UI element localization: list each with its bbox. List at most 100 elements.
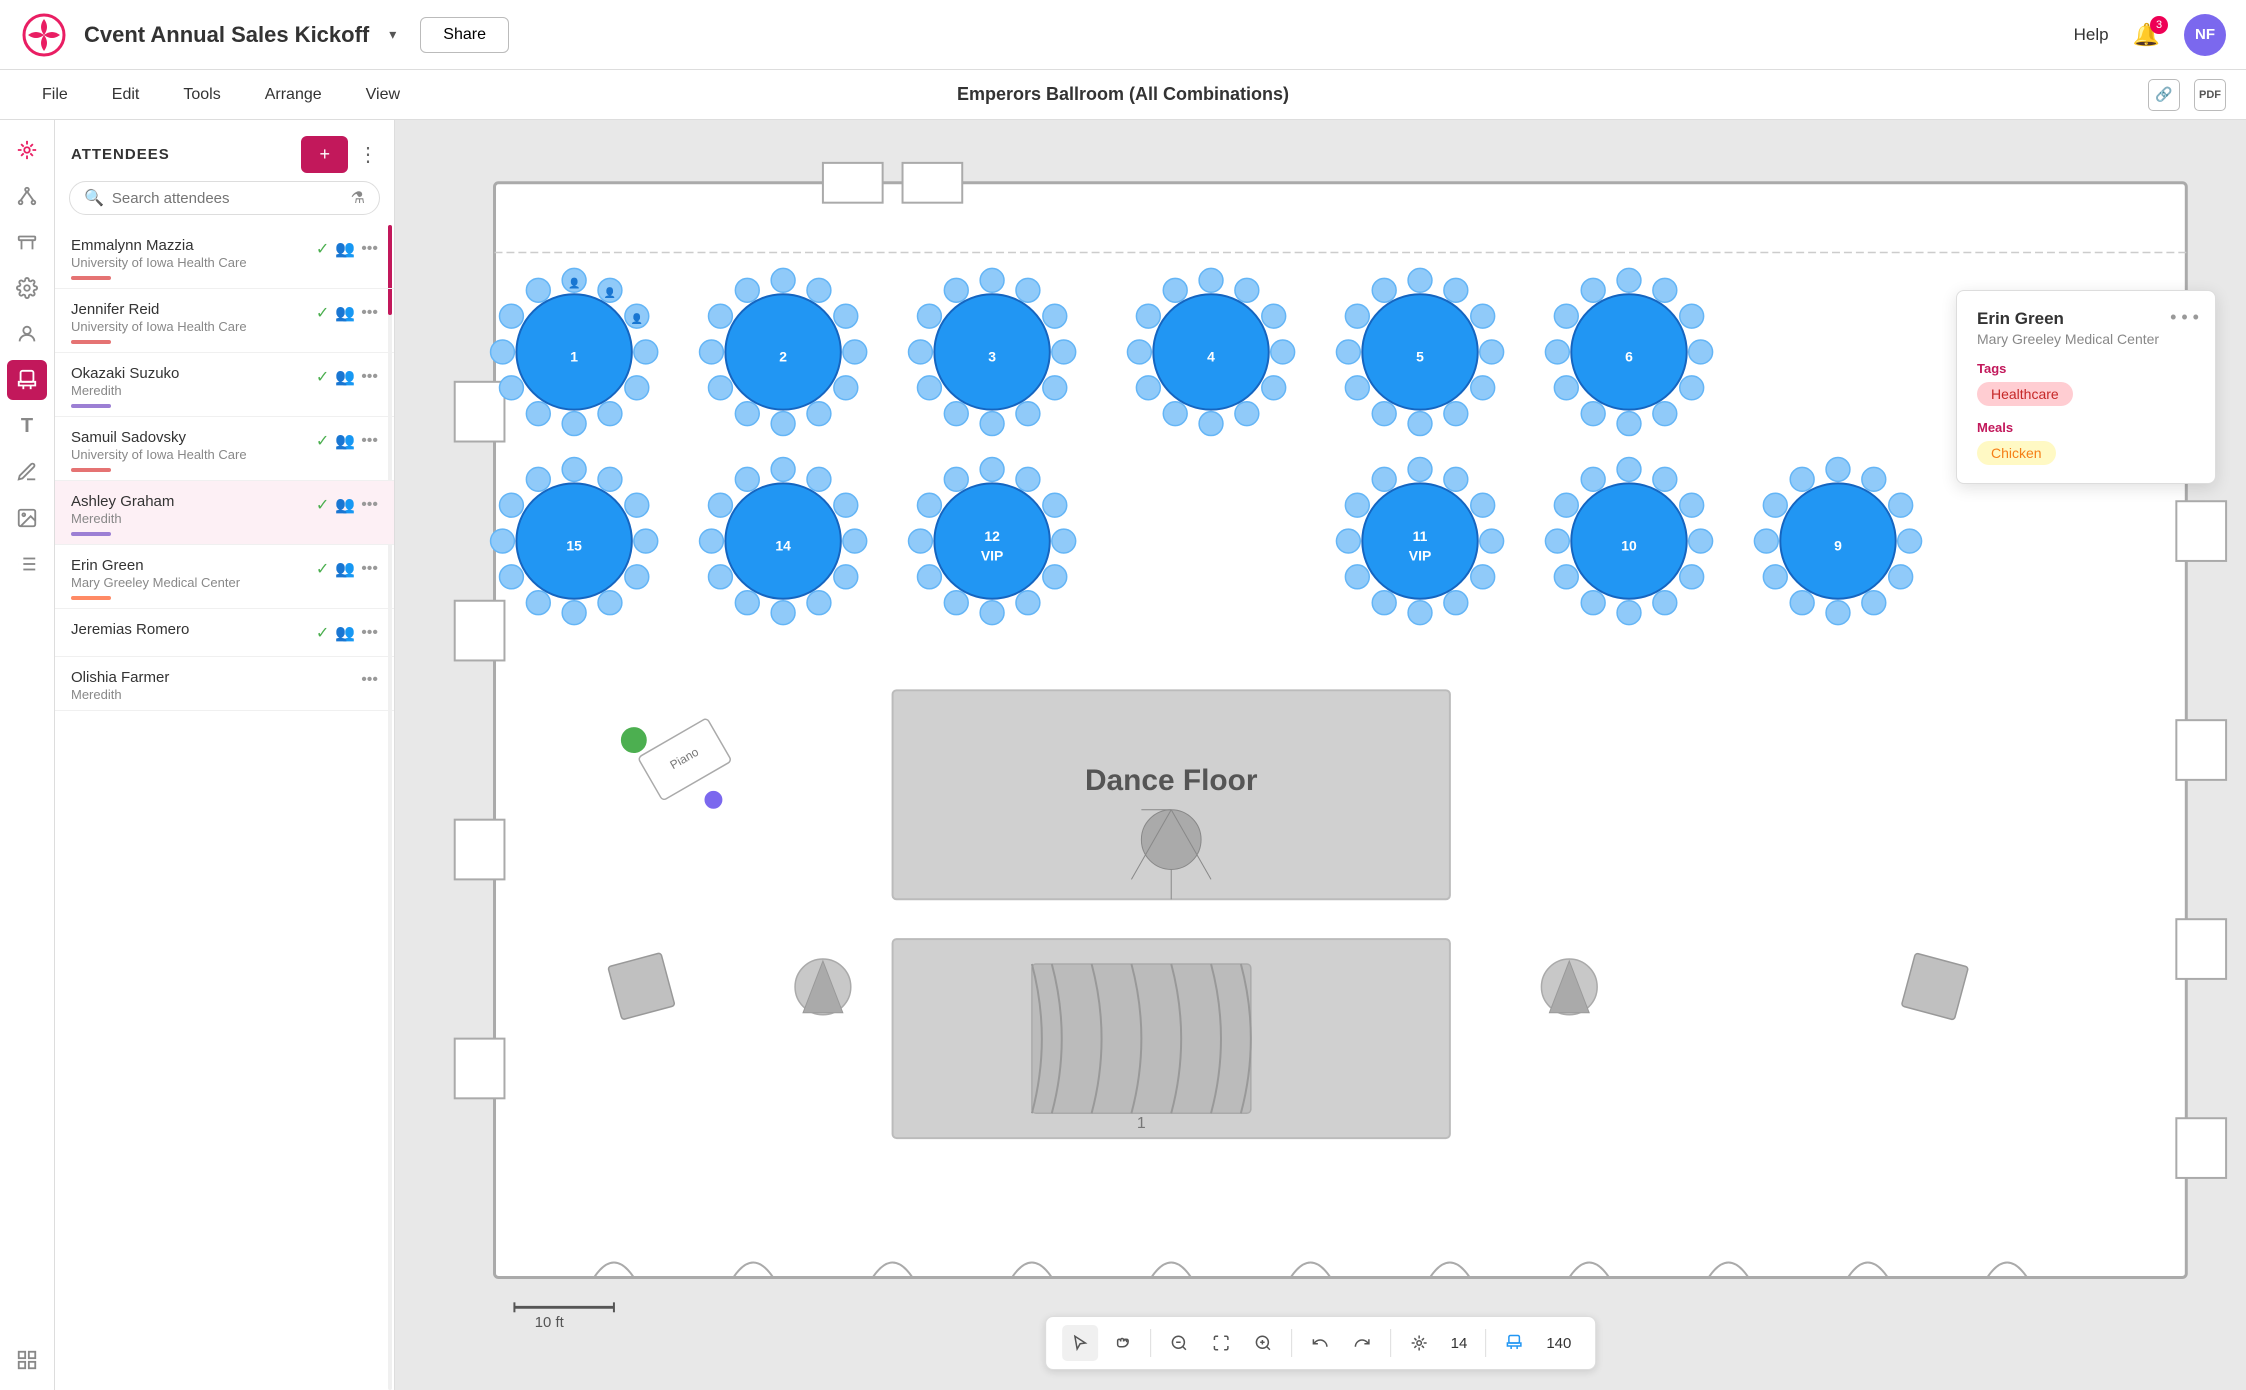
more-dots-button[interactable]: ••• <box>361 496 378 514</box>
list-icon[interactable] <box>7 544 47 584</box>
attendee-org: Meredith <box>71 687 378 702</box>
search-bar: 🔍 ⚗ <box>69 181 380 215</box>
settings-icon[interactable] <box>7 268 47 308</box>
attendee-item[interactable]: ✓ 👥 ••• Emmalynn Mazzia University of Io… <box>55 225 394 289</box>
attendee-item[interactable]: ✓ 👥 ••• Okazaki Suzuko Meredith <box>55 353 394 417</box>
notification-badge: 3 <box>2150 16 2168 34</box>
title-dropdown[interactable]: ▾ <box>389 26 396 43</box>
popup-meals-label: Meals <box>1977 420 2195 435</box>
sidebar-more-button[interactable]: ⋮ <box>358 142 378 167</box>
arrangement-button[interactable] <box>1401 1325 1437 1361</box>
attendee-popup: • • • Erin Green Mary Greeley Medical Ce… <box>1956 290 2216 484</box>
attendee-bar <box>71 596 111 600</box>
home-icon[interactable] <box>7 130 47 170</box>
attendee-actions: ✓ 👥 ••• <box>316 431 378 451</box>
more-dots-button[interactable]: ••• <box>361 304 378 322</box>
popup-attendee-org: Mary Greeley Medical Center <box>1977 331 2195 347</box>
menu-bar: File Edit Tools Arrange View Emperors Ba… <box>0 70 2246 120</box>
grid-icon[interactable] <box>7 1340 47 1380</box>
svg-text:15: 15 <box>566 538 582 554</box>
check-icon: ✓ <box>316 367 329 387</box>
check-icon: ✓ <box>316 239 329 259</box>
svg-text:9: 9 <box>1834 538 1842 554</box>
menu-view[interactable]: View <box>344 70 422 120</box>
check-icon: ✓ <box>316 559 329 579</box>
cursor-tool[interactable] <box>1062 1325 1098 1361</box>
bottom-toolbar: 14 140 <box>1045 1316 1597 1370</box>
chairs-button[interactable] <box>1496 1325 1532 1361</box>
attendee-bar <box>71 644 111 648</box>
attendee-item[interactable]: ✓ 👥 ••• Ashley Graham Meredith <box>55 481 394 545</box>
zoom-in-button[interactable] <box>1245 1325 1281 1361</box>
add-attendee-button[interactable]: + <box>301 136 348 173</box>
more-dots-button[interactable]: ••• <box>361 671 378 689</box>
pan-tool[interactable] <box>1104 1325 1140 1361</box>
svg-text:2: 2 <box>779 349 787 365</box>
sidebar: ATTENDEES + ⋮ 🔍 ⚗ ✓ 👥 ••• Emmalynn Mazzi… <box>55 120 395 1390</box>
svg-text:VIP: VIP <box>1409 548 1431 564</box>
more-dots-button[interactable]: ••• <box>361 624 378 642</box>
person-dot-piano[interactable] <box>620 726 648 754</box>
undo-button[interactable] <box>1302 1325 1338 1361</box>
svg-text:4: 4 <box>1207 349 1215 365</box>
app-title: Cvent Annual Sales Kickoff <box>84 22 369 48</box>
more-dots-button[interactable]: ••• <box>361 368 378 386</box>
person-icon[interactable] <box>7 314 47 354</box>
check-icon: ✓ <box>316 431 329 451</box>
svg-text:11: 11 <box>1413 528 1428 544</box>
text-icon[interactable]: T <box>7 406 47 446</box>
person-dot-2[interactable] <box>704 790 724 810</box>
icon-bar: T <box>0 120 55 1390</box>
attendee-item[interactable]: ✓ 👥 ••• Jeremias Romero <box>55 609 394 657</box>
attendee-list: ✓ 👥 ••• Emmalynn Mazzia University of Io… <box>55 225 394 1390</box>
more-dots-button[interactable]: ••• <box>361 432 378 450</box>
check-icon: ✓ <box>316 495 329 515</box>
help-link[interactable]: Help <box>2074 25 2109 45</box>
canvas-area[interactable]: • • • Erin Green Mary Greeley Medical Ce… <box>395 120 2246 1390</box>
image-icon[interactable] <box>7 498 47 538</box>
top-bar: Cvent Annual Sales Kickoff ▾ Share Help … <box>0 0 2246 70</box>
popup-more-button[interactable]: • • • <box>2170 307 2199 328</box>
filter-button[interactable]: ⚗ <box>351 188 365 208</box>
share-button[interactable]: Share <box>420 17 509 53</box>
attendee-item[interactable]: ✓ 👥 ••• Erin Green Mary Greeley Medical … <box>55 545 394 609</box>
attendee-item[interactable]: ••• Olishia Farmer Meredith <box>55 657 394 711</box>
link-icon[interactable]: 🔗 <box>2148 79 2180 111</box>
more-dots-button[interactable]: ••• <box>361 560 378 578</box>
svg-text:1: 1 <box>1137 1115 1146 1132</box>
attendee-bar <box>71 340 111 344</box>
svg-text:12: 12 <box>984 528 1000 544</box>
total-count: 140 <box>1538 1335 1579 1352</box>
pen-icon[interactable] <box>7 452 47 492</box>
group-icon: 👥 <box>335 623 355 643</box>
search-input[interactable] <box>112 190 343 207</box>
svg-text:10: 10 <box>1621 538 1637 554</box>
menu-tools[interactable]: Tools <box>161 70 242 120</box>
check-icon: ✓ <box>316 623 329 643</box>
topbar-right: Help 🔔 3 NF <box>2074 14 2226 56</box>
menu-arrange[interactable]: Arrange <box>243 70 344 120</box>
pdf-icon[interactable]: PDF <box>2194 79 2226 111</box>
user-avatar[interactable]: NF <box>2184 14 2226 56</box>
attendee-bar <box>71 532 111 536</box>
more-dots-button[interactable]: ••• <box>361 240 378 258</box>
menu-file[interactable]: File <box>20 70 90 120</box>
chicken-meal-tag[interactable]: Chicken <box>1977 441 2056 465</box>
svg-text:👤: 👤 <box>604 286 616 299</box>
network-icon[interactable] <box>7 176 47 216</box>
redo-button[interactable] <box>1344 1325 1380 1361</box>
table-icon[interactable] <box>7 222 47 262</box>
healthcare-tag[interactable]: Healthcare <box>1977 382 2073 406</box>
svg-text:👤: 👤 <box>568 276 580 289</box>
fit-view-button[interactable] <box>1203 1325 1239 1361</box>
attendee-item[interactable]: ✓ 👥 ••• Jennifer Reid University of Iowa… <box>55 289 394 353</box>
svg-text:10 ft: 10 ft <box>535 1314 565 1331</box>
notifications-button[interactable]: 🔔 3 <box>2133 22 2160 48</box>
zoom-out-button[interactable] <box>1161 1325 1197 1361</box>
attendee-item[interactable]: ✓ 👥 ••• Samuil Sadovsky University of Io… <box>55 417 394 481</box>
menu-edit[interactable]: Edit <box>90 70 162 120</box>
attendee-bar <box>71 276 111 280</box>
attendee-actions: ✓ 👥 ••• <box>316 239 378 259</box>
seating-icon[interactable] <box>7 360 47 400</box>
svg-text:14: 14 <box>775 538 791 554</box>
